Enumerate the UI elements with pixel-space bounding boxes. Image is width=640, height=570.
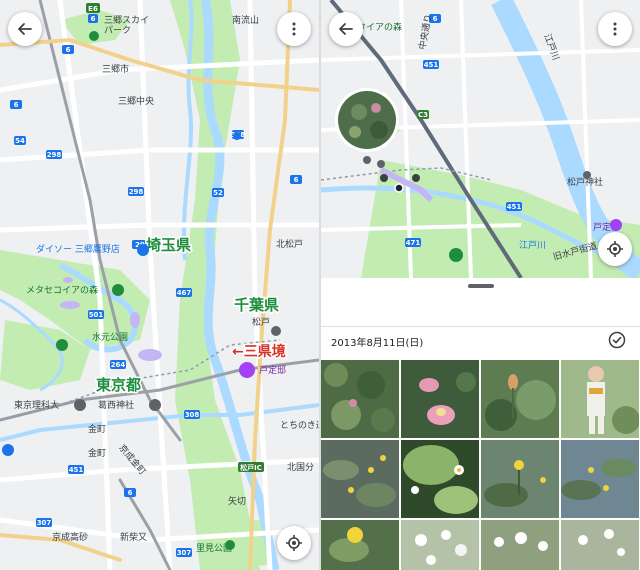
place-label: 南流山 <box>232 14 259 26</box>
route-shield: 6 <box>294 176 299 184</box>
my-location-icon <box>286 535 302 551</box>
route-shield: 6 <box>66 46 71 54</box>
route-shield: 471 <box>406 239 421 247</box>
place-label: 金町 <box>88 423 106 435</box>
arrow-left-icon <box>18 23 32 35</box>
place-label: 江戸川 <box>519 240 546 251</box>
sheet-drag-handle[interactable] <box>468 284 494 288</box>
route-shield: 298 <box>129 188 144 196</box>
tri-border-annotation: ←三県境 <box>232 343 286 360</box>
my-location-icon <box>607 241 623 257</box>
place-label: 北国分 <box>287 462 314 473</box>
route-shield: 451 <box>507 203 522 211</box>
place-label: 金町 <box>88 447 106 459</box>
my-location-button[interactable] <box>277 526 311 560</box>
more-vert-icon <box>613 22 617 36</box>
my-location-button[interactable] <box>598 232 632 266</box>
place-label: 葛西神社 <box>98 399 134 411</box>
photo-thumbnail[interactable] <box>481 360 559 438</box>
route-shield: 54 <box>15 137 25 145</box>
more-options-button[interactable] <box>277 12 311 46</box>
photo-thumbnail[interactable] <box>401 360 479 438</box>
photo-thumbnail[interactable] <box>481 440 559 518</box>
select-all-button[interactable] <box>608 331 626 353</box>
photo-thumbnail[interactable] <box>321 360 399 438</box>
place-label: 水元公園 <box>92 331 128 343</box>
route-shield: 264 <box>111 361 126 369</box>
route-shield: 6 <box>91 15 96 23</box>
photo-date-label: 2013年8月11日(日) <box>331 338 424 349</box>
place-label: タイアの森 <box>357 21 402 33</box>
route-shield: 松戸IC <box>240 463 262 472</box>
back-button[interactable] <box>8 12 42 46</box>
route-shield: 307 <box>177 549 192 557</box>
route-shield: C3 <box>418 111 428 119</box>
route-shield: 451 <box>424 61 439 69</box>
place-label: 京成高砂 <box>52 531 88 543</box>
place-label: 矢切 <box>228 495 246 507</box>
photo-thumbnail[interactable] <box>321 520 399 570</box>
more-options-button[interactable] <box>598 12 632 46</box>
route-shield: 501 <box>89 311 104 319</box>
prefecture-label-chiba: 千葉県 <box>234 296 279 314</box>
arrow-left-icon <box>339 23 353 35</box>
place-label: 三郷中央 <box>118 95 154 107</box>
photo-thumbnail[interactable] <box>401 520 479 570</box>
route-shield: 467 <box>177 289 192 297</box>
right-map-canvas[interactable]: C3 451 471 451 51 6 タイアの森 中央通り 江戸川 松戸神社 … <box>321 0 640 278</box>
back-button[interactable] <box>329 12 363 46</box>
photo-bottom-sheet[interactable]: 2013年8月11日(日) <box>321 278 640 570</box>
photo-thumbnail[interactable] <box>561 440 639 518</box>
sheet-divider <box>321 326 640 327</box>
place-label: メタセコイアの森 <box>26 284 98 296</box>
route-shield: 298 <box>47 151 62 159</box>
check-circle-icon <box>608 331 626 349</box>
place-label: 新柴又 <box>120 531 147 543</box>
route-shield: E6 <box>88 5 98 13</box>
route-shield: 6 <box>14 101 19 109</box>
photo-thumbnail[interactable] <box>561 360 639 438</box>
photo-thumbnail[interactable] <box>401 440 479 518</box>
route-shield: 6 <box>128 489 133 497</box>
more-vert-icon <box>292 22 296 36</box>
place-label: 戸定邸 <box>259 364 286 376</box>
prefecture-label-saitama: 埼玉県 <box>146 236 191 254</box>
route-shield: 308 <box>185 411 200 419</box>
right-map[interactable]: C3 451 471 451 51 6 タイアの森 中央通り 江戸川 松戸神社 … <box>321 0 640 278</box>
photo-thumbnail[interactable] <box>561 520 639 570</box>
prefecture-label-tokyo: 東京都 <box>96 376 141 394</box>
place-label: 三郷市 <box>102 63 129 75</box>
right-photo-pane[interactable]: C3 451 471 451 51 6 タイアの森 中央通り 江戸川 松戸神社 … <box>321 0 640 570</box>
place-label: 松戸 <box>252 316 270 328</box>
place-label: ダイソー 三郷鷹野店 <box>36 243 120 255</box>
place-label: とちのき通り <box>280 420 319 431</box>
left-map-pane[interactable]: E6 6 6 6 54 298 298 29 501 467 264 308 4… <box>0 0 319 570</box>
place-label: 北松戸 <box>276 238 303 250</box>
photo-thumbnail[interactable] <box>321 440 399 518</box>
photo-thumbnail[interactable] <box>481 520 559 570</box>
route-shield: 52 <box>213 189 223 197</box>
route-shield: 451 <box>69 466 84 474</box>
left-map-canvas[interactable]: E6 6 6 6 54 298 298 29 501 467 264 308 4… <box>0 0 319 570</box>
place-label: 東京理科大 <box>14 399 59 411</box>
route-shield: 307 <box>37 519 52 527</box>
